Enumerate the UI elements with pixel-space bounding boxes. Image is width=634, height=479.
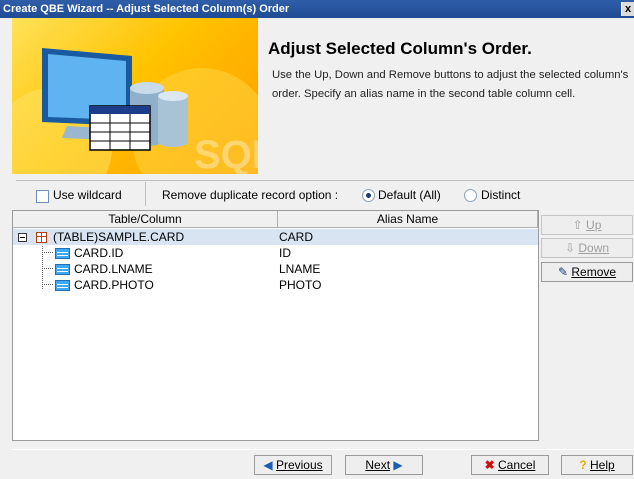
row-alias[interactable]: PHOTO — [279, 277, 321, 293]
use-wildcard-label[interactable]: Use wildcard — [53, 188, 122, 202]
duplicate-option-label: Remove duplicate record option : — [162, 188, 339, 202]
row-name: (TABLE)SAMPLE.CARD — [53, 230, 185, 244]
banner-illustration: SQL — [12, 18, 258, 174]
radio-default-all-label[interactable]: Default (All) — [378, 188, 441, 202]
table-row[interactable]: CARD.LNAME LNAME — [13, 261, 538, 277]
row-alias[interactable]: LNAME — [279, 261, 320, 277]
column-header-table-column[interactable]: Table/Column — [13, 211, 278, 228]
table-icon — [36, 232, 47, 243]
footer-divider — [12, 449, 634, 450]
row-name: CARD.PHOTO — [74, 278, 154, 292]
options-separator — [145, 182, 146, 206]
row-name: CARD.LNAME — [74, 262, 153, 276]
table-row[interactable]: (TABLE)SAMPLE.CARD CARD — [13, 229, 538, 245]
next-button[interactable]: Next ▶ — [345, 455, 423, 475]
page-description: Use the Up, Down and Remove buttons to a… — [272, 69, 629, 100]
table-row[interactable]: CARD.ID ID — [13, 245, 538, 261]
radio-distinct-label[interactable]: Distinct — [481, 188, 520, 202]
column-icon — [55, 264, 70, 275]
arrow-down-icon: ⇩ — [564, 241, 576, 255]
previous-button-label: Previous — [275, 458, 323, 472]
cancel-button[interactable]: ✖ Cancel — [471, 455, 549, 475]
window-titlebar: Create QBE Wizard -- Adjust Selected Col… — [0, 0, 634, 18]
columns-table[interactable]: Table/Column Alias Name (TABLE)SAMPLE.CA… — [12, 210, 539, 441]
column-header-alias-name[interactable]: Alias Name — [278, 211, 538, 228]
page-heading: Adjust Selected Column's Order. — [268, 39, 532, 58]
collapse-icon[interactable] — [18, 233, 27, 242]
radio-distinct[interactable] — [464, 189, 477, 202]
remove-button-label: Remove — [571, 265, 617, 279]
remove-icon: ✎ — [557, 265, 569, 279]
remove-button[interactable]: ✎ Remove — [541, 262, 633, 282]
radio-default-all[interactable] — [362, 189, 375, 202]
down-button-label: Down — [578, 241, 610, 255]
up-button[interactable]: ⇧ Up — [541, 215, 633, 235]
arrow-left-icon: ◀ — [263, 458, 273, 472]
help-button[interactable]: ? Help — [561, 455, 633, 475]
column-icon — [55, 248, 70, 259]
use-wildcard-checkbox[interactable] — [36, 190, 49, 203]
row-alias[interactable]: CARD — [279, 229, 313, 245]
arrow-up-icon: ⇧ — [572, 218, 583, 232]
help-icon: ? — [579, 458, 587, 472]
help-button-label: Help — [590, 458, 615, 472]
sql-watermark: SQL — [194, 133, 258, 174]
row-alias[interactable]: ID — [279, 245, 291, 261]
table-row[interactable]: CARD.PHOTO PHOTO — [13, 277, 538, 293]
options-divider — [16, 180, 634, 181]
arrow-right-icon: ▶ — [393, 458, 403, 472]
cancel-x-icon: ✖ — [484, 458, 495, 472]
previous-button[interactable]: ◀ Previous — [254, 455, 332, 475]
close-icon[interactable]: x — [621, 2, 634, 16]
window-title: Create QBE Wizard -- Adjust Selected Col… — [3, 3, 290, 15]
cancel-button-label: Cancel — [498, 458, 536, 472]
up-button-label: Up — [586, 218, 602, 232]
down-button[interactable]: ⇩ Down — [541, 238, 633, 258]
row-name: CARD.ID — [74, 246, 124, 260]
next-button-label: Next — [365, 458, 391, 472]
column-icon — [55, 280, 70, 291]
